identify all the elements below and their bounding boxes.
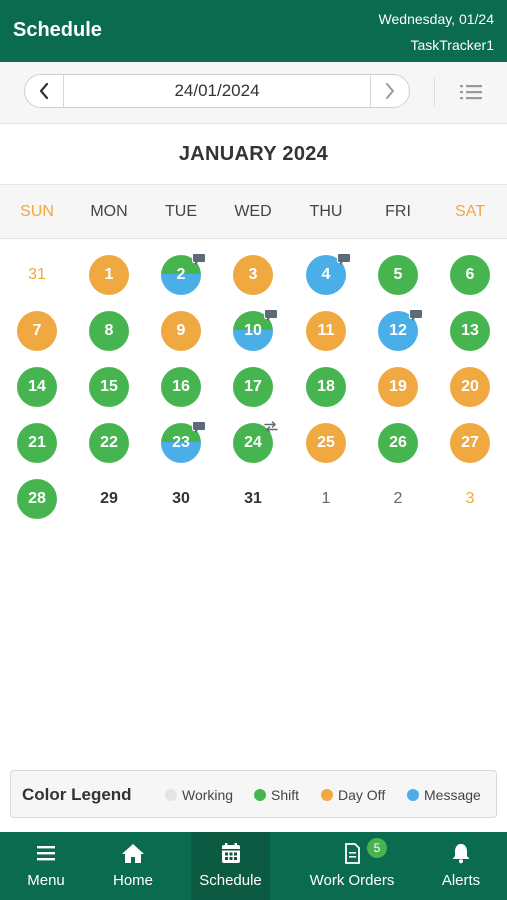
calendar-day[interactable]: 18 (306, 367, 346, 407)
tab-schedule[interactable]: Schedule (191, 832, 270, 900)
calendar-icon (221, 843, 240, 863)
weekday-fri: FRI (385, 203, 411, 220)
tab-menu[interactable]: Menu (0, 832, 92, 900)
calendar-day[interactable]: 30 (161, 479, 201, 519)
date-nav-bar: 24/01/2024 (0, 62, 507, 124)
calendar-day[interactable]: 28 (17, 479, 57, 519)
selected-date[interactable]: 24/01/2024 (63, 75, 371, 107)
calendar-day[interactable]: 27 (450, 423, 490, 463)
legend-item-day-off: Day Off (321, 787, 385, 803)
weekday-sun: SUN (20, 203, 54, 220)
weekday-sat: SAT (455, 203, 485, 220)
chevron-left-icon (39, 82, 49, 100)
calendar-day[interactable]: 9 (161, 311, 201, 351)
tab-work-orders-label: Work Orders (309, 872, 395, 889)
working-dot-icon (165, 789, 177, 801)
document-icon (345, 843, 360, 864)
tab-home-label: Home (112, 872, 153, 889)
calendar-day[interactable]: 19 (378, 367, 418, 407)
tab-home[interactable]: Home (92, 832, 174, 900)
message-bubble-icon (192, 421, 206, 433)
calendar-day[interactable]: 16 (161, 367, 201, 407)
calendar-day[interactable]: 8 (89, 311, 129, 351)
work-orders-badge: 5 (367, 838, 387, 858)
divider (434, 78, 435, 106)
calendar-day[interactable]: 21 (17, 423, 57, 463)
message-bubble-icon (409, 309, 423, 321)
list-view-icon (460, 85, 482, 100)
calendar-day[interactable]: 15 (89, 367, 129, 407)
day-off-dot-icon (321, 789, 333, 801)
month-title: JANUARY 2024 (178, 143, 329, 165)
legend-item-message: Message (407, 787, 481, 803)
calendar-day[interactable]: 25 (306, 423, 346, 463)
calendar-day[interactable]: 22 (89, 423, 129, 463)
calendar-day[interactable]: 13 (450, 311, 490, 351)
calendar-day[interactable]: 17 (233, 367, 273, 407)
weekday-wed: WED (234, 203, 272, 220)
swap-icon (264, 421, 278, 433)
calendar-day[interactable]: 29 (89, 479, 129, 519)
weekday-mon: MON (90, 203, 128, 220)
calendar-day[interactable]: 6 (450, 255, 490, 295)
message-bubble-icon (264, 309, 278, 321)
tab-alerts-label: Alerts (441, 872, 481, 889)
tab-menu-label: Menu (27, 872, 65, 889)
bell-icon (452, 844, 470, 864)
calendar-day[interactable]: 1 (89, 255, 129, 295)
list-view-button[interactable] (456, 80, 486, 104)
tab-schedule-label: Schedule (199, 872, 262, 889)
message-bubble-icon (192, 253, 206, 265)
shift-dot-icon (254, 789, 266, 801)
header-user: TaskTracker1 (410, 37, 494, 53)
message-dot-icon (407, 789, 419, 801)
calendar-day[interactable]: 5 (378, 255, 418, 295)
calendar-day[interactable]: 14 (17, 367, 57, 407)
legend-title: Color Legend (22, 785, 132, 804)
weekday-tue: TUE (165, 203, 197, 220)
prev-month-button[interactable] (25, 75, 64, 107)
home-icon (122, 844, 144, 863)
message-bubble-icon (337, 253, 351, 265)
bottom-tab-bar: Menu Home Schedule 5 Work Orders Alerts (0, 832, 507, 900)
calendar-day[interactable]: 26 (378, 423, 418, 463)
header-date: Wednesday, 01/24 (378, 11, 494, 27)
calendar-day[interactable]: 31 (233, 479, 273, 519)
weekday-thu: THU (309, 203, 343, 220)
page-title: Schedule (13, 19, 102, 41)
chevron-right-icon (386, 83, 394, 99)
weekday-header: SUN MON TUE WED THU FRI SAT (0, 184, 507, 239)
calendar-day[interactable]: 11 (306, 311, 346, 351)
date-picker: 24/01/2024 (24, 74, 410, 108)
color-legend: Color Legend Working Shift Day Off Messa… (10, 770, 497, 818)
tab-work-orders[interactable]: 5 Work Orders (296, 832, 408, 900)
app-header: Schedule Wednesday, 01/24 TaskTracker1 (0, 0, 507, 62)
calendar-day[interactable]: 2 (378, 479, 418, 519)
calendar-day[interactable]: 3 (233, 255, 273, 295)
calendar-day[interactable]: 20 (450, 367, 490, 407)
legend-item-shift: Shift (254, 787, 299, 803)
calendar-day[interactable]: 7 (17, 311, 57, 351)
legend-item-working: Working (165, 787, 233, 803)
calendar-day[interactable]: 31 (17, 255, 57, 295)
next-month-button[interactable] (370, 75, 409, 107)
hamburger-icon (37, 846, 55, 861)
calendar-day[interactable]: 3 (450, 479, 490, 519)
tab-alerts[interactable]: Alerts (418, 832, 504, 900)
calendar-day[interactable]: 1 (306, 479, 346, 519)
